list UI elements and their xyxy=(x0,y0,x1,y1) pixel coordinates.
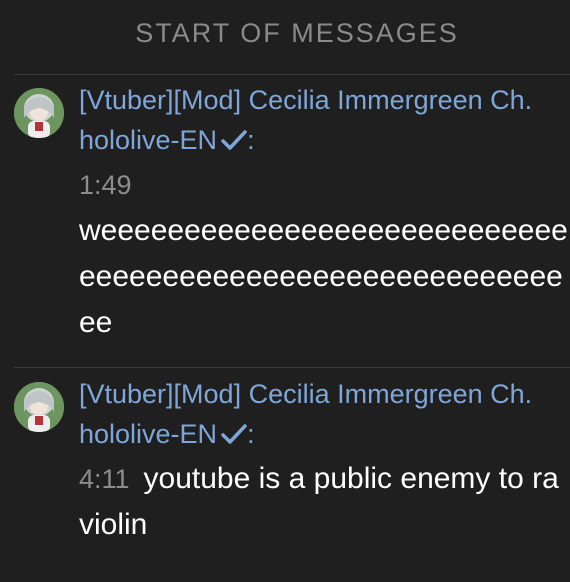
avatar[interactable] xyxy=(14,382,64,432)
divider xyxy=(14,367,570,368)
message-timestamp: 1:49 xyxy=(79,170,132,200)
message-text: youtube is a public enemy to raviolin xyxy=(79,462,559,541)
author-name[interactable]: [Vtuber][Mod] Cecilia Immergreen Ch. hol… xyxy=(79,379,532,449)
chat-log: START OF MESSAGES [Vtuber][Mod] Cecilia … xyxy=(0,0,570,582)
author-name[interactable]: [Vtuber][Mod] Cecilia Immergreen Ch. hol… xyxy=(79,85,532,155)
divider xyxy=(14,74,570,75)
start-of-messages-label: START OF MESSAGES xyxy=(135,18,459,48)
avatar[interactable] xyxy=(14,88,64,138)
message-timestamp: 4:11 xyxy=(79,464,130,494)
author-separator: : xyxy=(247,125,255,155)
checkmark-icon xyxy=(221,416,247,456)
message-text: weeeeeeeeeeeeeeeeeeeeeeeeeeeeeeeeeeeeeee… xyxy=(79,214,568,339)
checkmark-icon xyxy=(221,122,247,162)
author-separator: : xyxy=(247,419,255,449)
